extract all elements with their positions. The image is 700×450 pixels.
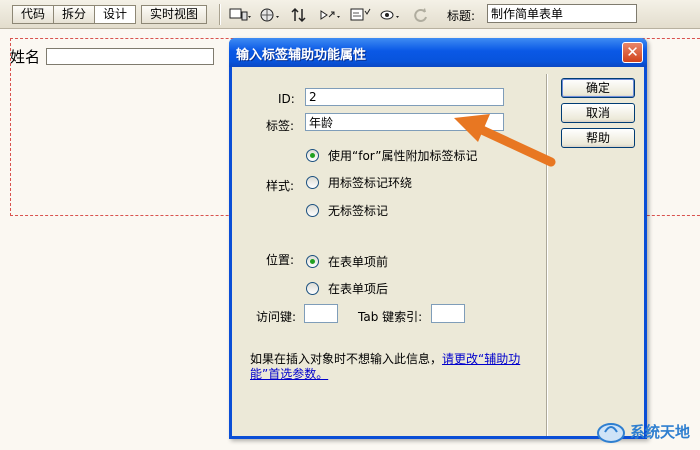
help-text: 如果在插入对象时不想输入此信息，请更改“辅助功能”首选参数。 (250, 352, 530, 382)
position-option-before[interactable]: 在表单项前 (306, 253, 388, 270)
tab-index-input[interactable] (431, 304, 465, 323)
visual-aids-icon[interactable] (376, 4, 406, 25)
code-view-button[interactable]: 代码 (12, 5, 55, 24)
annotation-arrow-icon (454, 114, 556, 167)
cancel-button[interactable]: 取消 (561, 103, 635, 123)
live-view-button[interactable]: 实时视图 (141, 5, 208, 24)
toolbar-separator (219, 4, 221, 25)
position-option-label: 在表单项前 (328, 255, 389, 269)
id-input[interactable] (305, 88, 504, 106)
split-view-button[interactable]: 拆分 (53, 5, 96, 24)
globe-icon[interactable] (256, 4, 286, 25)
dialog-body: ID: 标签: 样式: 使用“for”属性附加标签标记 用标签标记环绕 无标签标… (232, 67, 644, 436)
radio-button[interactable] (306, 176, 319, 189)
document-toolbar: 代码 拆分 设计 实时视图 标题: (0, 0, 700, 29)
watermark-text: 系统天地 (630, 422, 691, 441)
position-option-label: 在表单项后 (328, 282, 389, 296)
name-label: 姓名 (10, 48, 41, 66)
view-switcher: 代码 拆分 设计 实时视图 (12, 5, 208, 24)
help-button[interactable]: 帮助 (561, 128, 635, 148)
tab-index-label: Tab 键索引: (358, 310, 423, 324)
dialog-titlebar[interactable]: 输入标签辅助功能属性 ✕ (229, 38, 647, 67)
radio-button[interactable] (306, 149, 319, 162)
name-text-field[interactable] (46, 48, 214, 65)
title-label: 标题: (447, 9, 476, 23)
position-option-after[interactable]: 在表单项后 (306, 280, 388, 297)
page-preview-icon[interactable] (346, 4, 376, 25)
radio-button[interactable] (306, 255, 319, 268)
label-label: 标签: (266, 119, 295, 133)
help-text-plain: 如果在插入对象时不想输入此信息， (250, 352, 443, 366)
ok-button[interactable]: 确定 (561, 78, 635, 98)
access-key-label: 访问键: (256, 310, 297, 324)
id-label: ID: (278, 92, 295, 106)
style-option-label: 用标签标记环绕 (328, 176, 413, 190)
radio-button[interactable] (306, 282, 319, 295)
input-tag-accessibility-dialog: 输入标签辅助功能属性 ✕ ID: 标签: 样式: 使用“for”属性附加标签标记… (229, 38, 647, 439)
dialog-title: 输入标签辅助功能属性 (236, 48, 367, 63)
access-key-input[interactable] (304, 304, 338, 323)
style-label: 样式: (266, 179, 295, 193)
multiscreen-icon[interactable] (226, 4, 256, 25)
refresh-icon[interactable] (406, 4, 436, 25)
page-title-input[interactable] (487, 4, 637, 23)
watermark: 系统天地 (596, 418, 690, 444)
style-option-none[interactable]: 无标签标记 (306, 202, 388, 219)
watermark-logo-icon (597, 423, 625, 443)
style-option-wrap[interactable]: 用标签标记环绕 (306, 174, 412, 191)
debug-icon[interactable] (316, 4, 346, 25)
close-button[interactable]: ✕ (622, 42, 643, 63)
file-transfer-icon[interactable] (286, 4, 316, 25)
design-view-button[interactable]: 设计 (94, 5, 137, 24)
radio-button[interactable] (306, 204, 319, 217)
position-label: 位置: (266, 253, 295, 267)
close-icon: ✕ (626, 43, 639, 61)
toolbar-icons (226, 4, 436, 25)
style-option-label: 无标签标记 (328, 204, 389, 218)
